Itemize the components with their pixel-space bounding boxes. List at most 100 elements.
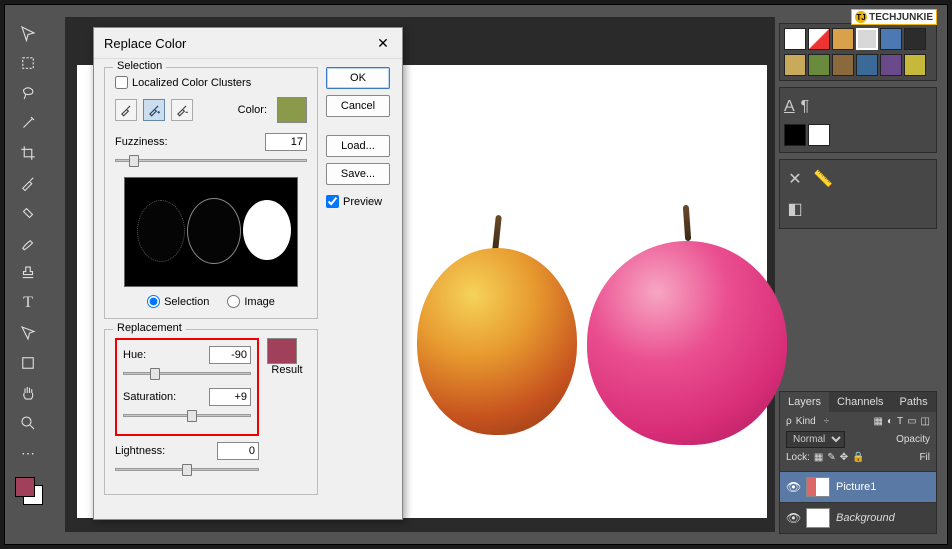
char-a-underline-icon[interactable]: A	[784, 98, 795, 116]
eyedropper-sub-icon[interactable]	[171, 99, 193, 121]
layers-controls: ρ Kind ÷ ▦ ◐ T ▭ ◫ Normal Opacity Lock: …	[780, 412, 936, 471]
right-panels: A ¶ ✕ 📏 ◧	[779, 23, 937, 229]
tool-brush[interactable]	[15, 231, 41, 255]
selection-fieldset: Selection Localized Color Clusters Color…	[104, 67, 318, 319]
lightness-input[interactable]	[217, 442, 259, 460]
replace-color-dialog: Replace Color ✕ Selection Localized Colo…	[93, 27, 403, 520]
eyedropper-icon[interactable]	[115, 99, 137, 121]
swatch-row-2[interactable]	[784, 54, 932, 76]
tool-type[interactable]: T	[15, 291, 41, 315]
hue-slider[interactable]	[123, 366, 251, 382]
layers-panel: Layers Channels Paths ρ Kind ÷ ▦ ◐ T ▭ ◫…	[779, 391, 937, 534]
blend-mode-select[interactable]: Normal	[786, 431, 845, 448]
ok-button[interactable]: OK	[326, 67, 390, 89]
load-button[interactable]: Load...	[326, 135, 390, 157]
cancel-button[interactable]: Cancel	[326, 95, 390, 117]
tab-paths[interactable]: Paths	[892, 392, 936, 412]
tool-eyedropper[interactable]	[15, 171, 41, 195]
hue-label: Hue:	[123, 349, 146, 361]
fg-color-swatch[interactable]	[15, 477, 35, 497]
tool-more[interactable]: ⋯	[15, 441, 41, 465]
tool-lasso[interactable]	[15, 81, 41, 105]
selection-legend: Selection	[113, 60, 166, 72]
selection-preview	[124, 177, 298, 287]
fuzziness-slider[interactable]	[115, 153, 307, 169]
layer-name: Background	[836, 512, 895, 524]
ruler-icon[interactable]: 📏	[812, 168, 834, 190]
tool-zoom[interactable]	[15, 411, 41, 435]
lock-position-icon[interactable]: ✥	[840, 452, 848, 463]
layer-row-picture1[interactable]: 👁 Picture1	[780, 471, 936, 502]
lock-all-icon[interactable]: 🔒	[852, 452, 864, 463]
preview-label: Preview	[343, 196, 382, 208]
localized-checkbox[interactable]	[115, 76, 128, 89]
filter-pixel-icon[interactable]: ▦	[873, 416, 882, 427]
lock-label: Lock:	[786, 452, 810, 463]
save-button[interactable]: Save...	[326, 163, 390, 185]
tab-layers[interactable]: Layers	[780, 392, 829, 412]
visibility-icon[interactable]: 👁	[786, 511, 800, 525]
radio-selection[interactable]: Selection	[147, 295, 209, 308]
lock-paint-icon[interactable]: ✎	[827, 452, 835, 463]
dialog-title: Replace Color	[104, 36, 186, 51]
result-color-well[interactable]	[267, 338, 297, 364]
tool-path[interactable]	[15, 321, 41, 345]
handles-icon[interactable]: ✕	[784, 168, 806, 190]
filter-type-icon[interactable]: T	[897, 416, 903, 427]
lightness-slider[interactable]	[115, 462, 259, 478]
tool-stamp[interactable]	[15, 261, 41, 285]
tool-move[interactable]	[15, 21, 41, 45]
saturation-input[interactable]	[209, 388, 251, 406]
highlight-box: Hue: Saturation:	[115, 338, 259, 436]
result-label: Result	[267, 364, 307, 376]
tool-marquee[interactable]	[15, 51, 41, 75]
lightness-label: Lightness:	[115, 445, 165, 457]
color-swatch-pair[interactable]	[15, 477, 43, 505]
filter-smart-icon[interactable]: ◫	[921, 416, 930, 427]
swatch-row-3[interactable]	[784, 124, 932, 146]
eyedropper-add-icon[interactable]	[143, 99, 165, 121]
preview-checkbox[interactable]	[326, 195, 339, 208]
layer-thumb	[806, 508, 830, 528]
swatches-panel	[779, 23, 937, 81]
filter-shape-icon[interactable]: ▭	[907, 416, 916, 427]
tool-crop[interactable]	[15, 141, 41, 165]
layer-thumb	[806, 477, 830, 497]
tool-hand[interactable]	[15, 381, 41, 405]
dialog-titlebar[interactable]: Replace Color ✕	[94, 28, 402, 59]
char-panel: A ¶	[779, 87, 937, 153]
selection-color-well[interactable]	[277, 97, 307, 123]
paragraph-icon[interactable]: ¶	[801, 98, 810, 116]
tool-heal[interactable]	[15, 201, 41, 225]
fuzziness-input[interactable]	[265, 133, 307, 151]
radio-image[interactable]: Image	[227, 295, 275, 308]
fill-label: Fil	[919, 452, 930, 463]
left-toolbar: T ⋯	[15, 21, 45, 505]
watermark: TJTECHJUNKIE	[851, 9, 937, 25]
cube-icon[interactable]: ◧	[784, 198, 806, 220]
visibility-icon[interactable]: 👁	[786, 480, 800, 494]
swatch-row-1[interactable]	[784, 28, 932, 50]
color-label: Color:	[238, 104, 267, 116]
tool-options-panel: ✕ 📏 ◧	[779, 159, 937, 229]
tool-shape[interactable]	[15, 351, 41, 375]
layer-row-background[interactable]: 👁 Background	[780, 502, 936, 533]
replacement-legend: Replacement	[113, 322, 186, 334]
layers-panel-tabs: Layers Channels Paths	[780, 392, 936, 412]
apple-right-graphic	[587, 205, 787, 445]
hue-input[interactable]	[209, 346, 251, 364]
saturation-slider[interactable]	[123, 408, 251, 424]
kind-label: Kind	[796, 416, 816, 427]
fuzziness-label: Fuzziness:	[115, 136, 168, 148]
apple-left-graphic	[417, 215, 577, 435]
app-frame: T ⋯	[4, 4, 948, 545]
localized-label: Localized Color Clusters	[132, 77, 251, 89]
saturation-label: Saturation:	[123, 391, 176, 403]
filter-adjust-icon[interactable]: ◐	[887, 416, 893, 427]
close-icon[interactable]: ✕	[374, 34, 392, 52]
tab-channels[interactable]: Channels	[829, 392, 891, 412]
opacity-label: Opacity	[896, 434, 930, 445]
layer-name: Picture1	[836, 481, 876, 493]
tool-wand[interactable]	[15, 111, 41, 135]
lock-transparency-icon[interactable]: ▦	[814, 452, 823, 463]
